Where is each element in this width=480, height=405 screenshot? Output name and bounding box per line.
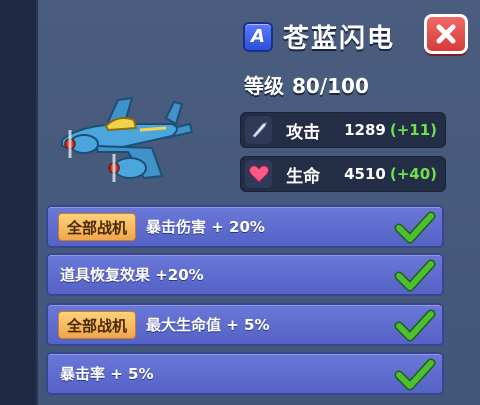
check-icon	[394, 358, 436, 391]
skill-row: 全部战机 最大生命值 + 5%	[46, 303, 444, 346]
skill-text: 暴击率 + 5%	[60, 365, 154, 383]
stat-label: 攻击	[286, 122, 321, 143]
skill-text: 最大生命值 + 5%	[146, 316, 270, 334]
level-value: 80/100	[292, 74, 369, 98]
skill-row: 全部战机 暴击伤害 + 20%	[46, 205, 444, 248]
plane-name: 苍蓝闪电	[283, 24, 396, 54]
skill-text: 道具恢复效果 +20%	[60, 266, 204, 284]
stat-bonus: (+11)	[389, 121, 437, 139]
sword-icon	[245, 116, 273, 144]
close-button[interactable]	[424, 14, 468, 54]
check-icon	[394, 309, 436, 342]
stat-hp: 生命 4510 (+40)	[240, 156, 446, 192]
close-icon	[436, 24, 456, 44]
level-label: 等级	[244, 74, 284, 98]
stat-value: 4510	[344, 165, 386, 183]
plane-title: A 苍蓝闪电	[243, 18, 395, 55]
heart-icon	[245, 160, 273, 188]
stat-bonus: (+40)	[389, 165, 437, 183]
rarity-badge: A	[243, 21, 273, 52]
stat-value: 1289	[344, 121, 386, 139]
stat-label: 生命	[286, 166, 321, 187]
level-display: 等级 80/100	[244, 70, 369, 99]
skill-row: 暴击率 + 5%	[46, 352, 444, 395]
skill-text: 暴击伤害 + 20%	[146, 218, 265, 236]
scope-tag: 全部战机	[58, 310, 137, 339]
skill-row: 道具恢复效果 +20%	[46, 253, 444, 296]
scope-tag: 全部战机	[58, 212, 137, 241]
stat-attack: 攻击 1289 (+11)	[240, 112, 446, 148]
plane-image	[61, 96, 194, 182]
check-icon	[394, 211, 436, 244]
check-icon	[394, 259, 436, 292]
